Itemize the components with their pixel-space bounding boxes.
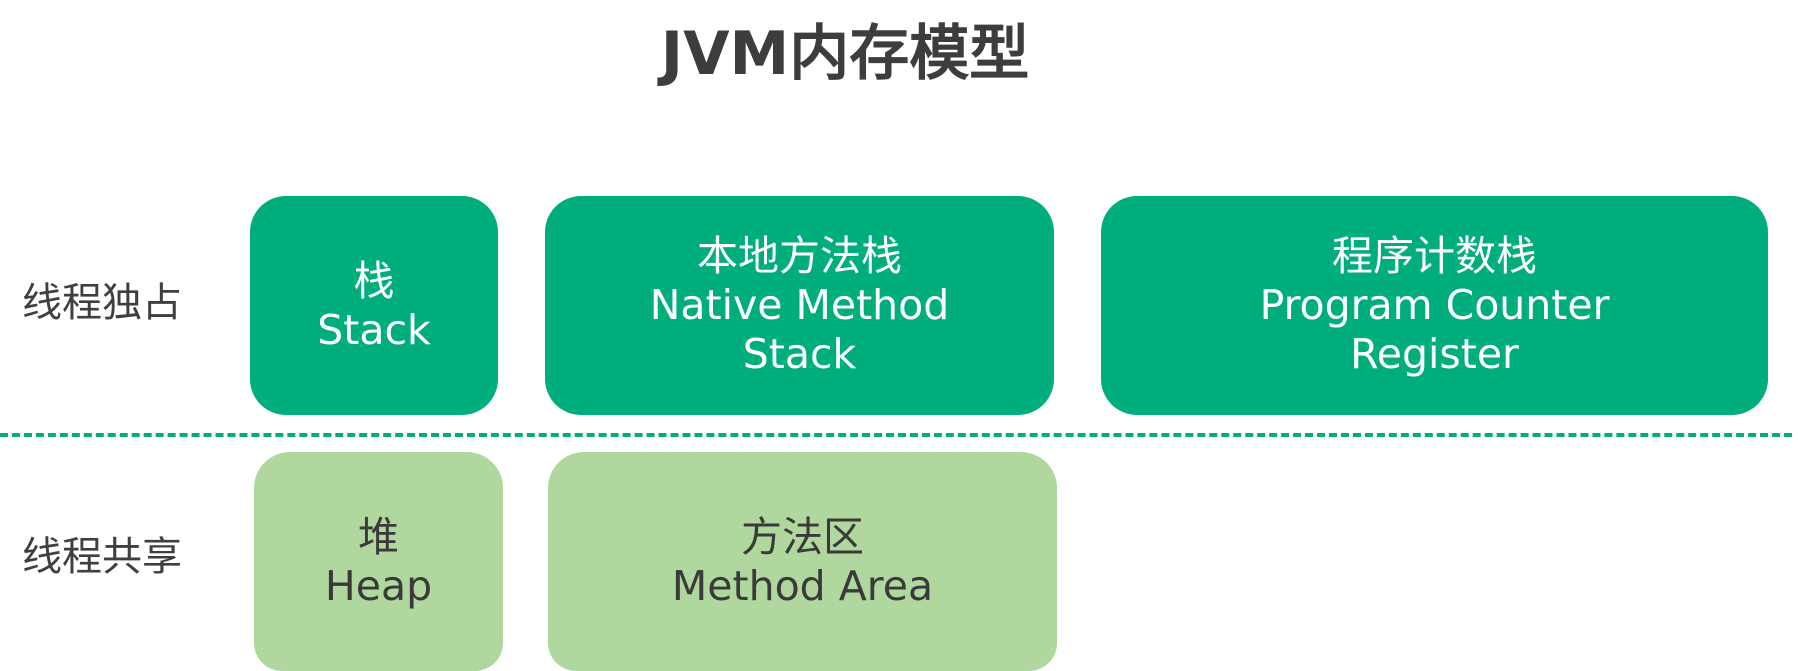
heap-en-label: Heap bbox=[324, 561, 433, 610]
row-label-thread-shared: 线程共享 bbox=[22, 534, 182, 580]
page-title: JVM内存模型 bbox=[660, 19, 1030, 89]
stack-box: 栈 Stack bbox=[250, 196, 498, 415]
native-method-stack-en-label-line2: Stack bbox=[742, 330, 857, 378]
method-area-cn-label: 方法区 bbox=[741, 512, 864, 561]
program-counter-en-label-line2: Register bbox=[1350, 330, 1519, 378]
heap-cn-label: 堆 bbox=[358, 512, 399, 561]
stack-en-label: Stack bbox=[317, 305, 431, 354]
stack-cn-label: 栈 bbox=[353, 256, 395, 305]
method-area-box: 方法区 Method Area bbox=[548, 452, 1057, 671]
native-method-stack-box: 本地方法栈 Native Method Stack bbox=[545, 196, 1054, 415]
native-method-stack-cn-label: 本地方法栈 bbox=[697, 232, 902, 280]
native-method-stack-en-label-line1: Native Method bbox=[649, 281, 950, 329]
method-area-en-label: Method Area bbox=[671, 561, 934, 610]
row-divider bbox=[0, 433, 1792, 437]
program-counter-cn-label: 程序计数栈 bbox=[1332, 232, 1537, 280]
row-label-thread-private: 线程独占 bbox=[22, 280, 182, 326]
program-counter-en-label-line1: Program Counter bbox=[1259, 281, 1610, 329]
heap-box: 堆 Heap bbox=[254, 452, 503, 671]
program-counter-box: 程序计数栈 Program Counter Register bbox=[1101, 196, 1768, 415]
